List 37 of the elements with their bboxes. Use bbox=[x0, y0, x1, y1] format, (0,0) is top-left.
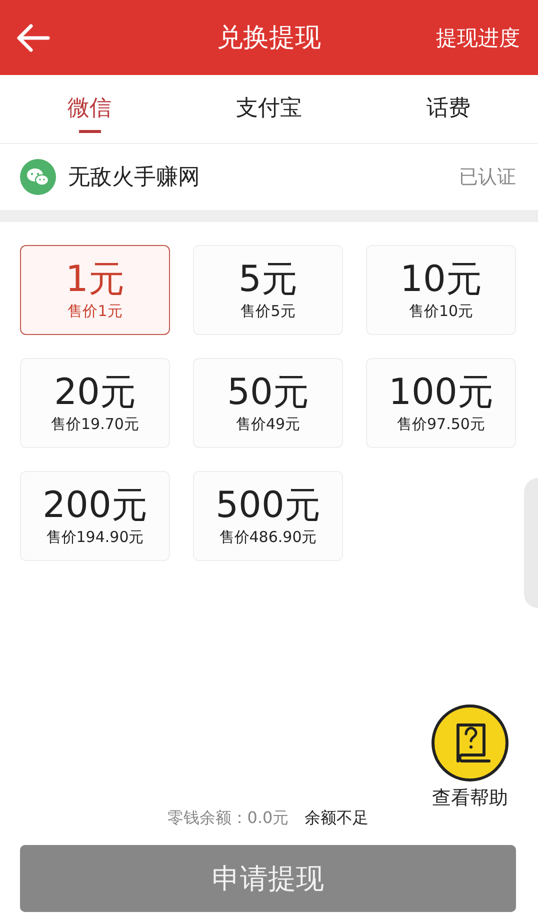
sale-price: 售价486.90元 bbox=[219, 527, 317, 547]
verified-status: 已认证 bbox=[459, 165, 516, 190]
sale-price: 售价19.70元 bbox=[51, 414, 139, 434]
sale-price: 售价5元 bbox=[240, 301, 296, 321]
amount-option[interactable]: 1元 售价1元 bbox=[20, 245, 170, 335]
sale-price: 售价194.90元 bbox=[46, 527, 144, 547]
tab[interactable]: 话费 bbox=[426, 83, 470, 135]
amount-value: 50元 bbox=[227, 372, 309, 414]
chat-bubbles-icon bbox=[20, 159, 56, 195]
sale-price: 售价49元 bbox=[236, 414, 300, 434]
amount-option[interactable]: 20元 售价19.70元 bbox=[20, 358, 170, 448]
amount-value: 10元 bbox=[400, 259, 482, 301]
amount-value: 5元 bbox=[238, 259, 298, 301]
amount-option[interactable]: 50元 售价49元 bbox=[193, 358, 343, 448]
sale-price: 售价10元 bbox=[408, 301, 474, 321]
back-icon[interactable] bbox=[16, 22, 50, 52]
amount-value: 20元 bbox=[54, 372, 136, 414]
amount-option[interactable]: 200元 售价194.90元 bbox=[20, 471, 170, 561]
help-book-icon[interactable] bbox=[430, 703, 510, 783]
amount-value: 100元 bbox=[388, 372, 494, 414]
amount-option[interactable]: 10元 售价10元 bbox=[366, 245, 516, 335]
amount-value: 500元 bbox=[216, 485, 320, 527]
balance-label: 零钱余额：0.0元 bbox=[167, 808, 289, 829]
progress-link[interactable]: 提现进度 bbox=[436, 24, 520, 52]
sale-price: 售价1元 bbox=[68, 301, 122, 321]
amount-option[interactable]: 5元 售价5元 bbox=[193, 245, 343, 335]
tab[interactable]: 支付宝 bbox=[236, 83, 302, 135]
page-title: 兑换提现 bbox=[217, 22, 321, 55]
tab[interactable]: 微信 bbox=[68, 83, 112, 135]
insufficient-notice: 余额不足 bbox=[304, 808, 369, 829]
account-name: 无敌火手赚网 bbox=[68, 164, 200, 192]
amount-value: 1元 bbox=[66, 259, 124, 301]
amount-value: 200元 bbox=[42, 485, 148, 527]
amount-option[interactable]: 500元 售价486.90元 bbox=[193, 471, 343, 561]
amount-option[interactable]: 100元 售价97.50元 bbox=[366, 358, 516, 448]
sale-price: 售价97.50元 bbox=[397, 414, 485, 434]
help-label[interactable]: 查看帮助 bbox=[432, 785, 508, 811]
